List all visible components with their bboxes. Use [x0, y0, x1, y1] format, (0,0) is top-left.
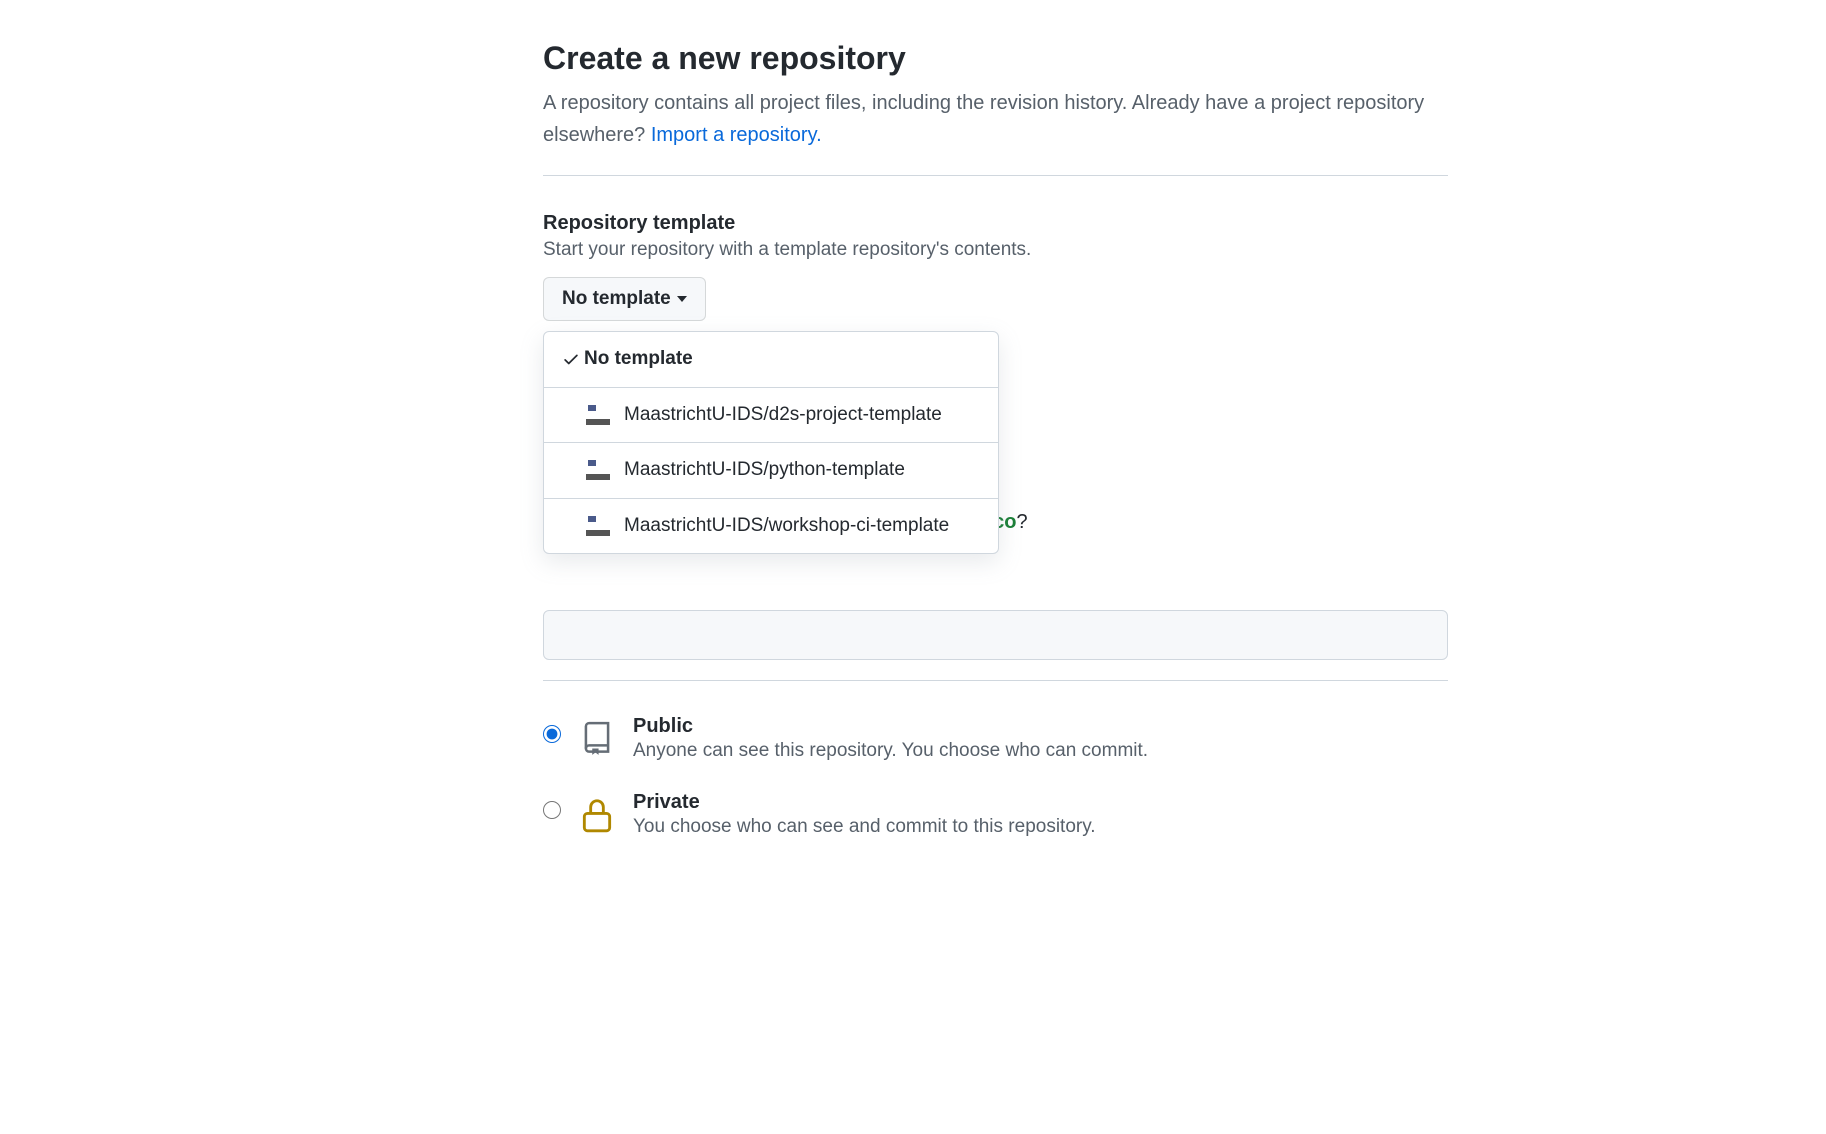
template-section-title: Repository template: [543, 212, 1448, 235]
visibility-public-option[interactable]: Public Anyone can see this repository. Y…: [543, 715, 1448, 763]
description-input[interactable]: [543, 610, 1448, 660]
template-dropdown-menu: No template MaastrichtU-IDS/d2s-project-…: [543, 331, 999, 554]
template-dropdown-button[interactable]: No template: [543, 277, 706, 321]
template-option-d2s[interactable]: MaastrichtU-IDS/d2s-project-template: [544, 388, 998, 444]
private-title: Private: [633, 791, 1096, 814]
template-option-python[interactable]: MaastrichtU-IDS/python-template: [544, 443, 998, 499]
page-title: Create a new repository: [543, 40, 1448, 77]
import-repository-link[interactable]: Import a repository.: [651, 124, 822, 146]
org-avatar-icon: [586, 403, 610, 427]
org-avatar-icon: [586, 458, 610, 482]
visibility-private-option[interactable]: Private You choose who can see and commi…: [543, 791, 1448, 839]
divider: [543, 175, 1448, 176]
lock-icon: [577, 791, 617, 839]
private-desc: You choose who can see and commit to thi…: [633, 816, 1096, 838]
template-option-label: MaastrichtU-IDS/d2s-project-template: [624, 402, 942, 429]
public-title: Public: [633, 715, 1148, 738]
template-option-workshop[interactable]: MaastrichtU-IDS/workshop-ci-template: [544, 499, 998, 554]
public-radio[interactable]: [543, 725, 561, 743]
template-section-desc: Start your repository with a template re…: [543, 239, 1448, 261]
template-dropdown-label: No template: [562, 288, 671, 310]
divider: [543, 680, 1448, 681]
template-option-label: MaastrichtU-IDS/python-template: [624, 457, 905, 484]
private-radio[interactable]: [543, 801, 561, 819]
public-desc: Anyone can see this repository. You choo…: [633, 740, 1148, 762]
template-option-none[interactable]: No template: [544, 332, 998, 388]
template-option-label: No template: [584, 346, 693, 373]
org-avatar-icon: [586, 514, 610, 538]
template-option-label: MaastrichtU-IDS/workshop-ci-template: [624, 513, 949, 540]
page-subtitle: A repository contains all project files,…: [543, 87, 1448, 151]
name-hint-qmark: ?: [1017, 511, 1028, 533]
check-icon: [562, 350, 584, 368]
caret-down-icon: [677, 296, 687, 302]
repo-icon: [577, 715, 617, 763]
